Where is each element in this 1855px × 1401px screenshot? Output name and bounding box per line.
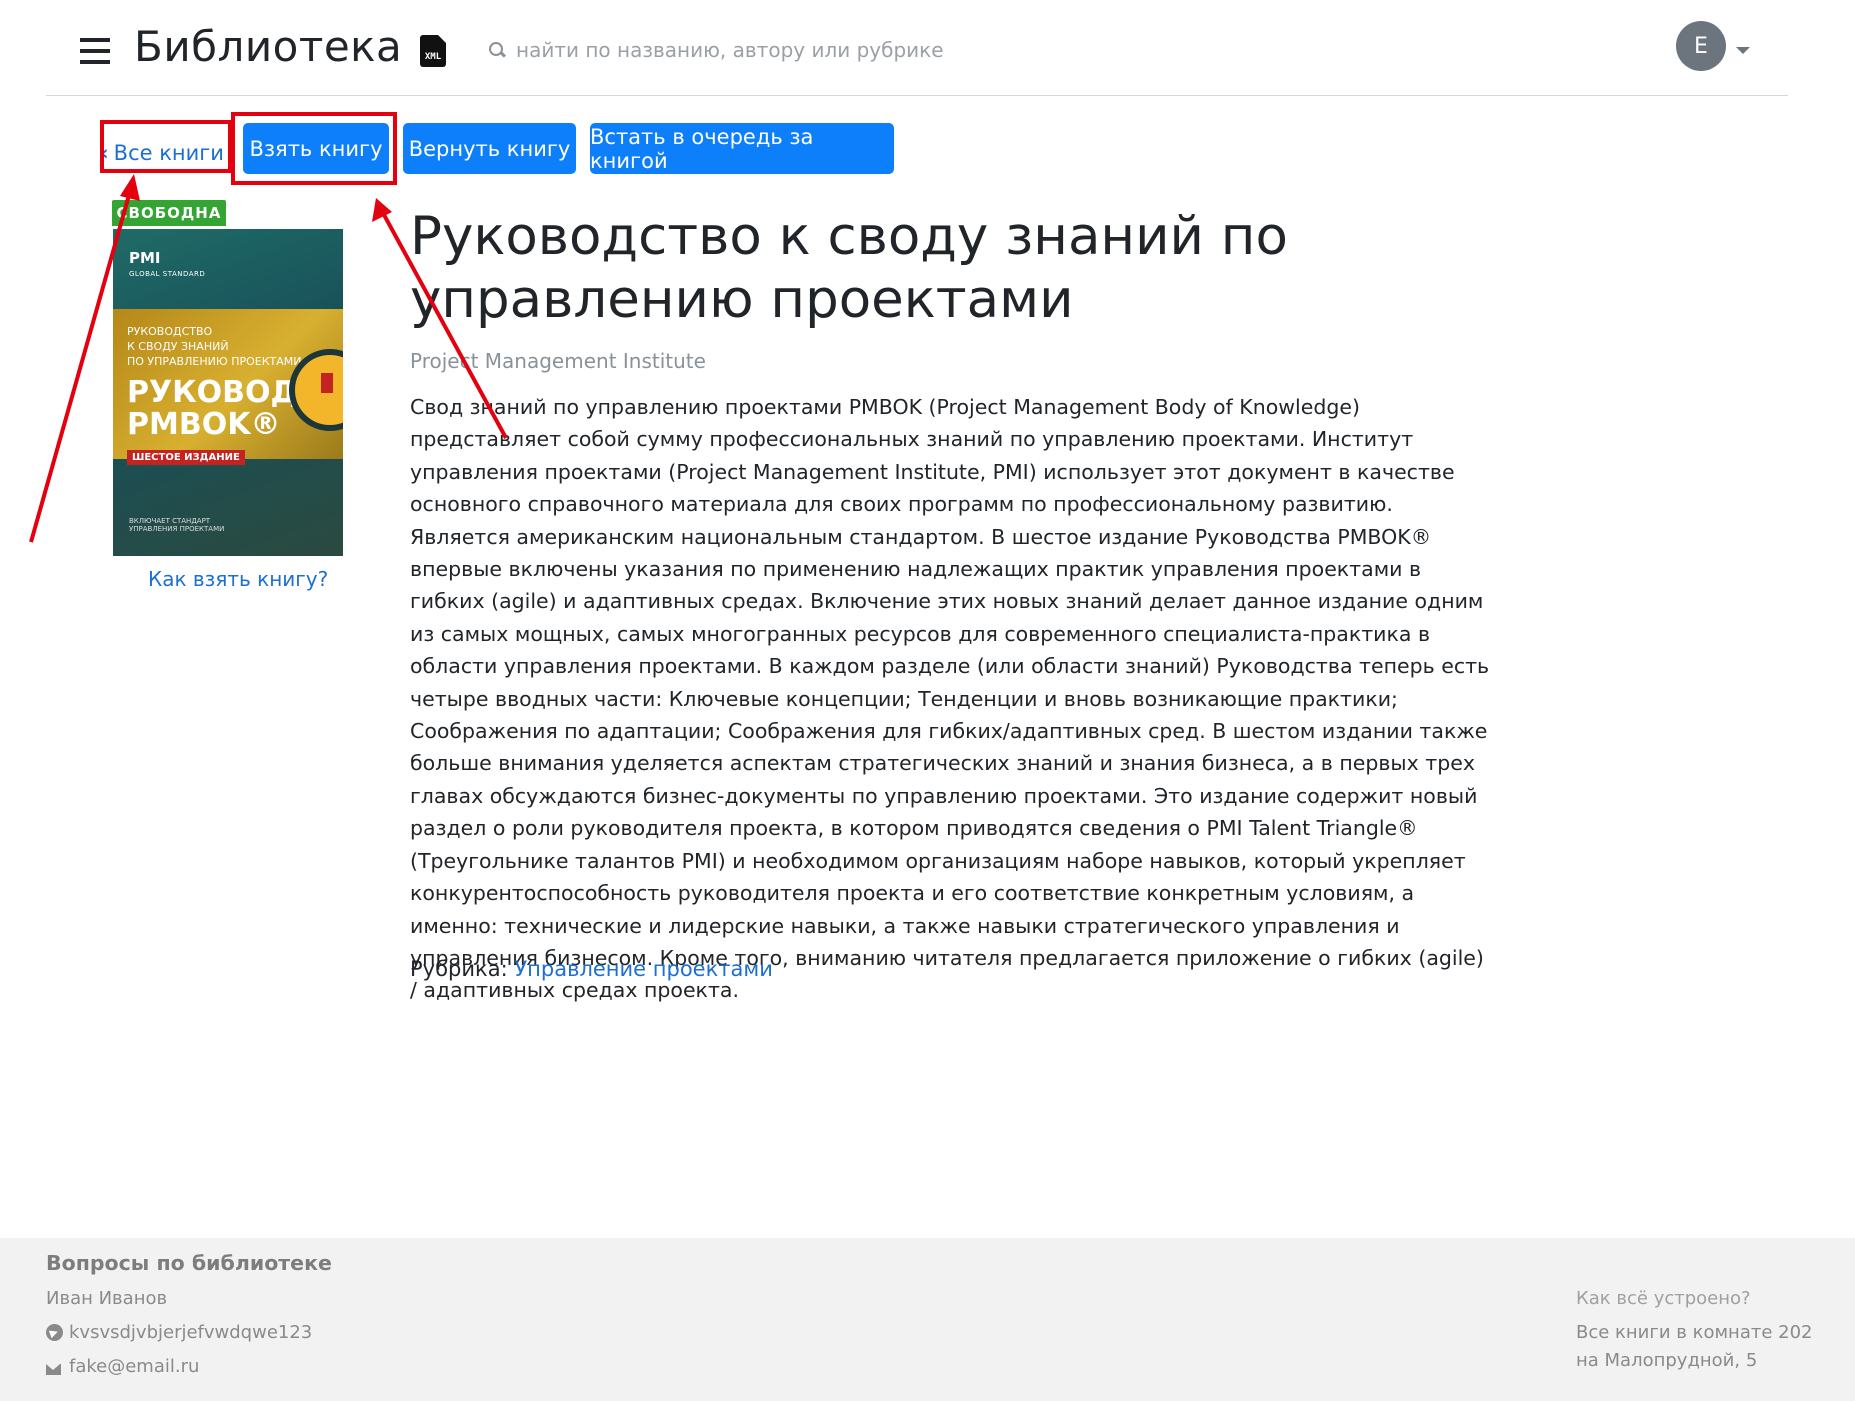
search-icon — [488, 41, 506, 59]
status-badge: СВОБОДНА — [112, 200, 226, 226]
return-book-button[interactable]: Вернуть книгу — [403, 123, 576, 174]
book-cover-image: PMI GLOBAL STANDARD РУКОВОДСТВО К СВОДУ … — [113, 229, 343, 556]
annotation-highlight-take-book — [231, 112, 397, 185]
book-description: Свод знаний по управлению проектами PMBO… — [410, 395, 1490, 1003]
book-author: Project Management Institute — [410, 349, 706, 373]
search-bar — [488, 34, 1008, 66]
book-title: Руководство к своду знаний по управлению… — [410, 206, 1288, 330]
user-avatar[interactable]: E — [1676, 21, 1726, 71]
annotation-highlight-all-books — [100, 120, 232, 173]
footer-contact-name: Иван Иванов — [46, 1288, 168, 1309]
telegram-icon — [46, 1324, 63, 1341]
xml-export-icon[interactable]: XML — [420, 35, 446, 67]
caret-down-icon[interactable] — [1736, 47, 1750, 54]
footer-location-line1: Все книги в комнате 202 — [1576, 1322, 1813, 1343]
cover-publisher-logo: PMI GLOBAL STANDARD — [129, 249, 205, 278]
how-to-take-link[interactable]: Как взять книгу? — [148, 567, 328, 591]
queue-book-button[interactable]: Встать в очередь за книгой — [590, 123, 894, 174]
how-it-works-link[interactable]: Как всё устроено? — [1576, 1288, 1751, 1309]
cover-publisher-sub: GLOBAL STANDARD — [129, 270, 206, 278]
footer-title: Вопросы по библиотеке — [46, 1251, 332, 1275]
envelope-icon — [46, 1364, 61, 1375]
cover-footer: ВКЛЮЧАЕТ СТАНДАРТ УПРАВЛЕНИЯ ПРОЕКТАМИ — [129, 517, 225, 533]
footer-email[interactable]: fake@email.ru — [46, 1356, 199, 1377]
header-divider — [46, 95, 1788, 96]
footer-location-line2: на Малопрудной, 5 — [1576, 1350, 1758, 1371]
category-label: Рубрика: — [410, 957, 508, 981]
telegram-handle: kvsvsdjvbjerjefvwdqwe123 — [69, 1322, 313, 1343]
footer-telegram[interactable]: kvsvsdjvbjerjefvwdqwe123 — [46, 1322, 312, 1343]
cover-publisher: PMI — [129, 249, 161, 267]
menu-icon[interactable] — [80, 38, 110, 64]
search-input[interactable] — [514, 37, 998, 63]
category-link[interactable]: Управление проектами — [514, 957, 773, 981]
category-row: Рубрика: Управление проектами — [410, 957, 773, 981]
cover-edition: ШЕСТОЕ ИЗДАНИЕ — [127, 450, 245, 465]
app-title[interactable]: Библиотека — [134, 22, 402, 71]
email-address: fake@email.ru — [69, 1356, 200, 1377]
cover-subtitle: РУКОВОДСТВО К СВОДУ ЗНАНИЙ ПО УПРАВЛЕНИЮ… — [127, 325, 302, 368]
